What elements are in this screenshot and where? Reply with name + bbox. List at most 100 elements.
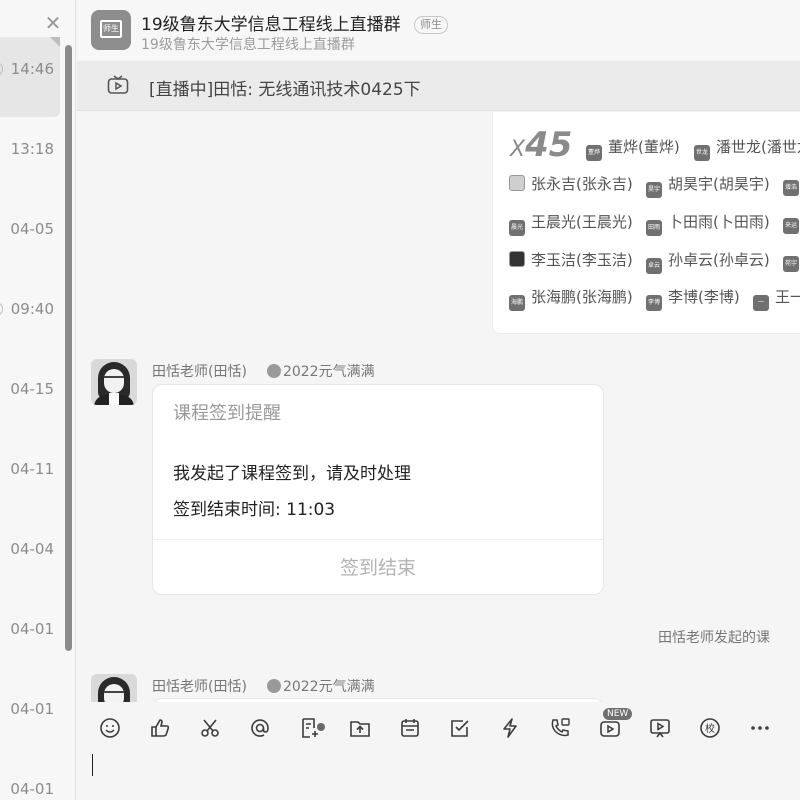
- scissors-icon[interactable]: [198, 716, 222, 740]
- user-avatar: 来运: [783, 218, 799, 234]
- group-subtitle: 19级鲁东大学信息工程线上直播群: [141, 37, 355, 53]
- sender-avatar[interactable]: [91, 359, 137, 405]
- card-title: 课程签到提醒: [173, 403, 281, 424]
- avatar-collar: [109, 393, 119, 405]
- card-message: 我发起了课程签到，请及时处理: [173, 464, 411, 484]
- user-avatar: [509, 251, 525, 267]
- reaction-user[interactable]: 董烨 董烨(董烨): [586, 136, 680, 161]
- reaction-user[interactable]: 卓云 孙卓云(孙卓云): [646, 249, 770, 274]
- reaction-user-name: 张永吉(张永吉): [531, 175, 633, 193]
- reaction-count-number: 45: [525, 125, 573, 165]
- reaction-count-x: X: [510, 137, 526, 162]
- reaction-user[interactable]: 李博 李博(李博): [646, 286, 740, 311]
- folder-upload-icon[interactable]: [348, 716, 372, 740]
- emoji-icon[interactable]: [98, 716, 122, 740]
- reaction-user[interactable]: 李玉洁(李玉洁): [509, 249, 633, 270]
- conversation-list: ✕ 14:46 13:18 04-05 09:40 04-15 04-11 04…: [0, 0, 76, 800]
- reaction-user[interactable]: 来运: [783, 211, 800, 234]
- user-avatar: 海鹏: [509, 295, 525, 311]
- like-icon[interactable]: [148, 716, 172, 740]
- medal-icon: [266, 679, 281, 693]
- avatar-glasses: [104, 376, 124, 382]
- input-toolbar: NEW 校: [77, 708, 800, 744]
- reaction-user-name: 孙卓云(孙卓云): [668, 251, 770, 269]
- more-icon[interactable]: [748, 716, 772, 740]
- checkin-card[interactable]: 课程签到提醒 我发起了课程签到，请及时处理 签到结束时间: 11:03 签到结束: [152, 384, 604, 595]
- message-area: X45 董烨董烨(董烨) 世龙潘世龙(潘世龙) 张永吉(张永吉) 昊宇胡昊宇(胡…: [77, 112, 800, 702]
- svg-text:校: 校: [705, 722, 715, 735]
- reaction-user[interactable]: 海鹏 张海鹏(张海鹏): [509, 286, 633, 311]
- reaction-user-name: 李玉洁(李玉洁): [531, 251, 633, 269]
- conversation-item[interactable]: 09:40: [0, 277, 60, 357]
- group-title-text: 19级鲁东大学信息工程线上直播群: [141, 15, 401, 35]
- at-icon[interactable]: [248, 716, 272, 740]
- user-avatar: [509, 175, 525, 191]
- live-banner-text: [直播中]田恬: 无线通讯技术0425下: [149, 80, 421, 100]
- reaction-user-name: 潘世龙(潘世龙): [716, 138, 800, 156]
- conversation-item[interactable]: 04-11: [0, 437, 60, 517]
- app-window: ✕ 14:46 13:18 04-05 09:40 04-15 04-11 04…: [0, 0, 800, 800]
- reaction-list-card: X45 董烨董烨(董烨) 世龙潘世龙(潘世龙) 张永吉(张永吉) 昊宇胡昊宇(胡…: [492, 112, 800, 334]
- card-divider: [153, 539, 603, 540]
- avatar-glasses: [104, 691, 124, 697]
- school-icon[interactable]: 校: [698, 716, 722, 740]
- reaction-user-name: 董烨(董烨): [608, 138, 680, 156]
- reaction-user-name: 王一: [775, 288, 800, 306]
- user-avatar: 增浩: [783, 180, 799, 196]
- conversation-item[interactable]: 04-01: [0, 597, 60, 677]
- conversation-item[interactable]: 04-05: [0, 197, 60, 277]
- reaction-user-name: 王晨光(王晨光): [531, 213, 633, 231]
- group-avatar[interactable]: 师生: [91, 10, 131, 50]
- sender-badge: 2022元气满满: [282, 364, 375, 380]
- calendar-icon[interactable]: [398, 716, 422, 740]
- conversation-time: 04-11: [10, 460, 54, 478]
- conversation-item[interactable]: 04-01: [0, 757, 60, 800]
- medal-icon: [266, 364, 281, 378]
- sender-badge: 2022元气满满: [282, 679, 375, 695]
- sender-name-line: 田恬老师(田恬) 2022元气满满: [152, 676, 375, 696]
- conversation-item[interactable]: 04-04: [0, 517, 60, 597]
- sender-name[interactable]: 田恬老师(田恬): [152, 679, 247, 695]
- conversation-time: 04-01: [10, 620, 54, 638]
- system-notice: 田恬老师发起的课: [658, 630, 770, 646]
- conversation-item[interactable]: 14:46: [0, 37, 60, 117]
- user-avatar: 卓云: [646, 258, 662, 274]
- live-banner[interactable]: [直播中]田恬: 无线通讯技术0425下: [77, 61, 800, 111]
- lightning-icon[interactable]: [498, 716, 522, 740]
- close-icon[interactable]: ✕: [42, 12, 64, 34]
- reaction-user-name: 李博(李博): [668, 288, 740, 306]
- reaction-user[interactable]: 增浩: [783, 173, 800, 196]
- conversation-item[interactable]: 13:18: [0, 117, 60, 197]
- reaction-user[interactable]: 张永吉(张永吉): [509, 173, 633, 194]
- user-avatar: 一: [753, 295, 769, 311]
- sender-name[interactable]: 田恬老师(田恬): [152, 364, 247, 380]
- conversation-item[interactable]: 04-15: [0, 357, 60, 437]
- group-title[interactable]: 19级鲁东大学信息工程线上直播群 师生: [141, 10, 449, 35]
- reaction-user[interactable]: 晨光 王晨光(王晨光): [509, 211, 633, 236]
- reaction-user[interactable]: 一王一: [753, 286, 800, 311]
- user-avatar: 世龙: [694, 145, 710, 161]
- conversation-item[interactable]: 04-01: [0, 677, 60, 757]
- group-tag: 师生: [414, 16, 449, 34]
- reaction-user[interactable]: 苑宇: [783, 249, 800, 272]
- phone-icon[interactable]: [548, 716, 572, 740]
- conversation-time: 13:18: [10, 140, 54, 158]
- reaction-user[interactable]: 世龙潘世龙(潘世龙): [694, 136, 800, 161]
- message-input-area[interactable]: NEW 校: [77, 702, 800, 800]
- reaction-user-name: 卜田雨(卜田雨): [668, 213, 770, 231]
- reaction-user[interactable]: 昊宇 胡昊宇(胡昊宇): [646, 173, 770, 198]
- user-avatar: 昊宇: [646, 182, 662, 198]
- chat-header: 师生 19级鲁东大学信息工程线上直播群 师生 19级鲁东大学信息工程线上直播群: [77, 0, 800, 60]
- conversation-time: 04-05: [10, 220, 54, 238]
- reaction-user[interactable]: 田雨 卜田雨(卜田雨): [646, 211, 770, 236]
- user-avatar: 田雨: [646, 220, 662, 236]
- sender-name-line: 田恬老师(田恬) 2022元气满满: [152, 361, 375, 381]
- conversation-scrollbar[interactable]: [65, 45, 72, 651]
- conversation-time: 09:40: [10, 300, 54, 318]
- task-icon[interactable]: [448, 716, 472, 740]
- sender-avatar[interactable]: [91, 674, 137, 702]
- user-avatar: 晨光: [509, 220, 525, 236]
- checkin-ended-button[interactable]: 签到结束: [153, 553, 603, 580]
- user-avatar: 李博: [646, 295, 662, 311]
- video-play-icon[interactable]: [648, 716, 672, 740]
